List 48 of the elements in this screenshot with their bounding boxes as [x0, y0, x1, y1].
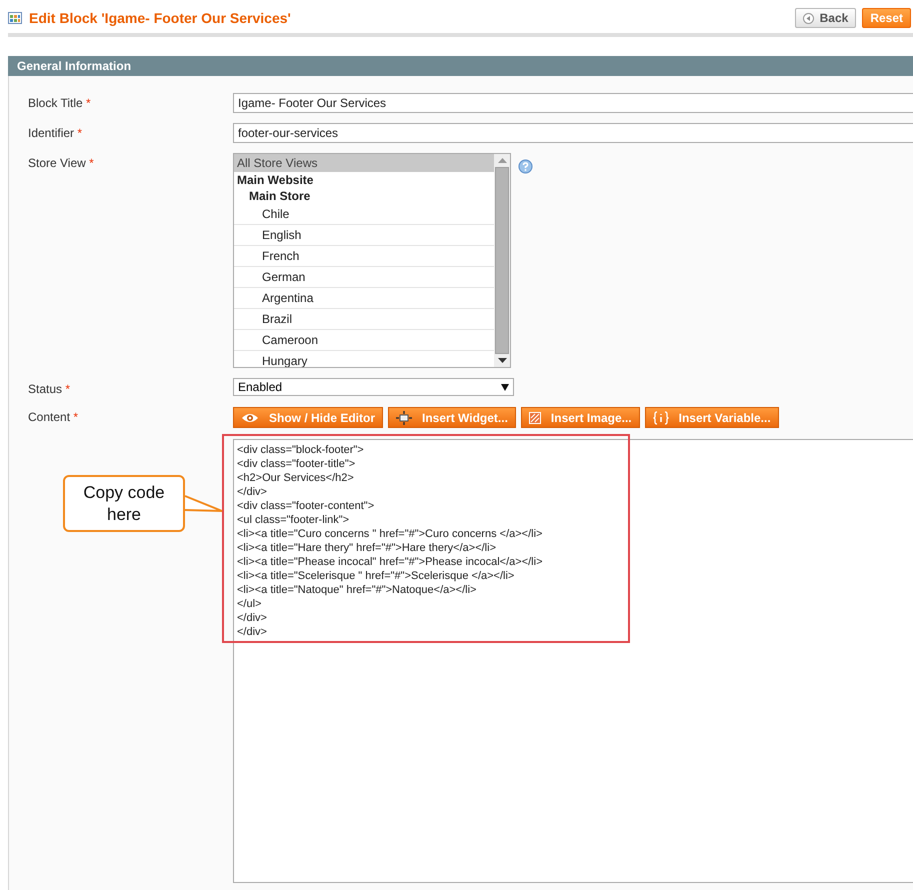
- code-line: <li><a title="Hare thery" href="#">Hare thery</a></li>: [237, 541, 496, 555]
- code-line: <div class="footer-content">: [237, 499, 374, 513]
- list-option[interactable]: All Store Views: [234, 154, 494, 172]
- back-button[interactable]: Back: [794, 8, 856, 28]
- callout: Copy code here: [63, 475, 185, 532]
- scrollbar-thumb[interactable]: [495, 167, 509, 354]
- code-line: <h2>Our Services</h2>: [237, 471, 354, 485]
- list-option[interactable]: Main Store: [234, 188, 494, 204]
- list-option[interactable]: Argentina: [234, 288, 494, 309]
- text-field[interactable]: footer-our-services: [233, 123, 913, 143]
- list-option[interactable]: French: [234, 246, 494, 267]
- code-line: </div>: [237, 625, 267, 639]
- grid-icon: [8, 12, 22, 24]
- code-line: <div class="block-footer">: [237, 443, 364, 457]
- code-line: <li><a title="Natoque" href="#">Natoque</a></li>: [237, 583, 476, 597]
- list-option[interactable]: Main Website: [234, 172, 494, 188]
- content-editor[interactable]: [233, 439, 913, 883]
- crosshair-icon: [396, 410, 412, 424]
- code-line: </div>: [237, 611, 267, 625]
- callout-pointer: [184, 495, 223, 512]
- field-label: Content *: [28, 409, 80, 424]
- page-title: Edit Block 'Igame- Footer Our Services': [29, 10, 292, 26]
- field-label: Store View *: [28, 155, 95, 170]
- scroll-down-icon[interactable]: [498, 358, 506, 363]
- image-icon: [528, 412, 541, 424]
- code-line: <li><a title="Curo concerns " href="#">Curo concerns </a></li>: [237, 527, 542, 541]
- eye-icon: [241, 412, 259, 422]
- field-label: Status *: [28, 381, 72, 396]
- code-line: <ul class="footer-link">: [237, 513, 350, 527]
- field-label: Identifier *: [28, 125, 84, 140]
- status-select[interactable]: Enabled: [233, 378, 514, 396]
- section-header: General Information: [8, 56, 913, 76]
- list-option[interactable]: Brazil: [234, 309, 494, 330]
- text-field[interactable]: Igame- Footer Our Services: [233, 93, 913, 113]
- code-line: <li><a title="Scelerisque " href="#">Scelerisque </a></li>: [237, 569, 514, 583]
- list-option[interactable]: German: [234, 267, 494, 288]
- field-label: Block Title *: [28, 95, 92, 110]
- code-line: </ul>: [237, 597, 262, 611]
- braces-icon: [652, 410, 669, 424]
- list-option[interactable]: Cameroon: [234, 330, 494, 351]
- help-icon[interactable]: [518, 159, 533, 174]
- code-line: </div>: [237, 485, 267, 499]
- code-line: <li><a title="Phease incocal" href="#">Phease incocal</a></li>: [237, 555, 542, 569]
- scroll-up-icon[interactable]: [498, 158, 506, 163]
- dropdown-arrow-icon: [501, 384, 509, 390]
- list-option[interactable]: English: [234, 225, 494, 246]
- code-line: <div class="footer-title">: [237, 457, 356, 471]
- list-option[interactable]: Chile: [234, 204, 494, 225]
